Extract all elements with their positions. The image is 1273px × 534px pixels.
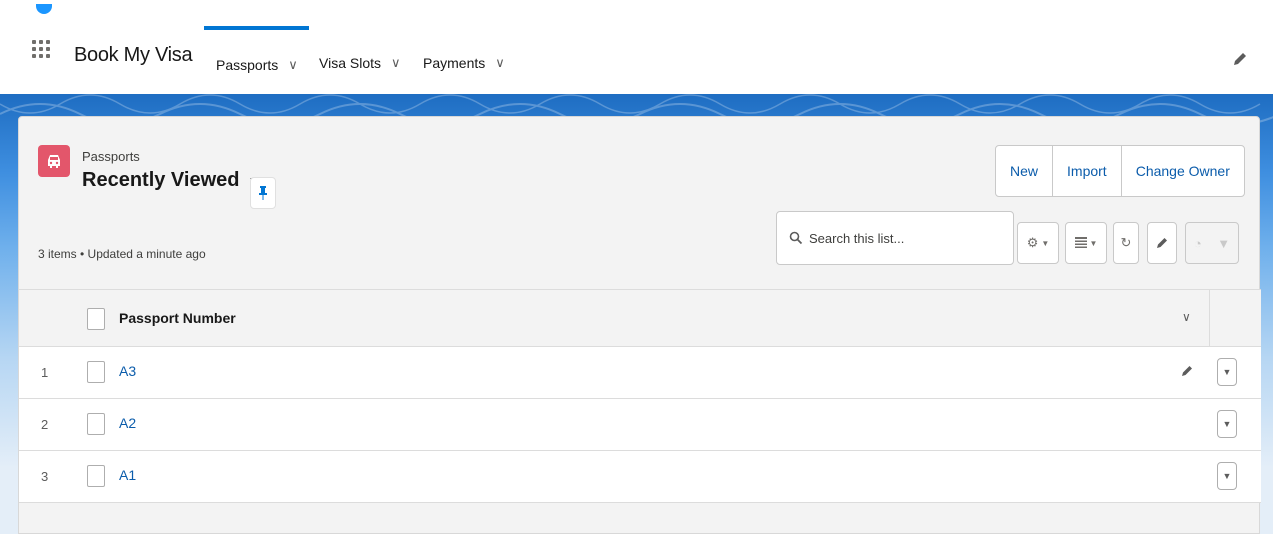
- change-owner-button[interactable]: Change Owner: [1122, 146, 1244, 196]
- search-placeholder: Search this list...: [809, 230, 905, 246]
- car-icon: [38, 145, 70, 177]
- edit-pencil-icon[interactable]: [1231, 50, 1249, 68]
- chart-icon: ◔: [1193, 235, 1202, 251]
- pin-icon: [259, 186, 267, 200]
- import-button[interactable]: Import: [1053, 146, 1122, 196]
- row-actions-button[interactable]: ▼: [1217, 410, 1237, 438]
- table-icon: [1074, 237, 1087, 248]
- select-all-checkbox[interactable]: [87, 308, 105, 330]
- search-icon: [789, 231, 803, 245]
- tab-visa-slots[interactable]: Visa Slots ∨: [319, 26, 401, 94]
- table-row: 2 A2 ▼: [19, 399, 1261, 451]
- row-number: 1: [41, 365, 49, 380]
- refresh-button[interactable]: ↻: [1113, 222, 1139, 264]
- refresh-icon: ↻: [1120, 235, 1132, 250]
- row-number: 2: [41, 417, 49, 432]
- records-table: Passport Number ∨ 1 A3 ▼ 2 A2 ▼ 3 A1 ▼: [19, 289, 1261, 503]
- edit-pencil-icon: [1157, 238, 1167, 248]
- list-actions: New Import Change Owner: [995, 145, 1245, 197]
- list-status: 3 items • Updated a minute ago: [38, 247, 206, 261]
- chevron-down-icon[interactable]: ∨: [1182, 310, 1191, 324]
- row-checkbox[interactable]: [87, 465, 105, 487]
- chevron-down-icon[interactable]: ∨: [288, 57, 298, 73]
- tab-payments[interactable]: Payments ∨: [423, 26, 505, 94]
- chevron-down-icon[interactable]: ∨: [391, 55, 401, 71]
- row-checkbox[interactable]: [87, 361, 105, 383]
- gear-icon: ⚙: [1026, 235, 1039, 250]
- table-row: 1 A3 ▼: [19, 347, 1261, 399]
- list-view-selector[interactable]: Recently Viewed ▼: [82, 169, 261, 192]
- row-actions-button[interactable]: ▼: [1217, 358, 1237, 386]
- column-divider: [1209, 290, 1210, 346]
- object-label: Passports: [82, 149, 140, 164]
- tab-label: Payments: [423, 55, 486, 71]
- row-number: 3: [41, 469, 49, 484]
- display-as-button[interactable]: ▼: [1065, 222, 1107, 264]
- record-link[interactable]: A2: [119, 415, 136, 431]
- inline-edit-button[interactable]: [1147, 222, 1177, 264]
- list-view-name: Recently Viewed: [82, 169, 240, 191]
- record-link[interactable]: A1: [119, 467, 136, 483]
- global-header: Book My Visa Passports ∨ Visa Slots ∨ Pa…: [0, 0, 1273, 94]
- table-header: Passport Number ∨: [19, 289, 1261, 347]
- org-logo: [36, 4, 52, 14]
- tab-passports[interactable]: Passports ∨: [204, 26, 309, 94]
- new-button[interactable]: New: [996, 146, 1054, 196]
- list-settings-button[interactable]: ⚙ ▼: [1017, 222, 1059, 264]
- column-header-passport-number[interactable]: Passport Number: [119, 310, 236, 326]
- row-checkbox[interactable]: [87, 413, 105, 435]
- chart-filter-group: ◔ ▼: [1185, 222, 1239, 264]
- app-launcher-icon[interactable]: [32, 40, 54, 74]
- search-input[interactable]: Search this list...: [776, 211, 1014, 265]
- list-view-card: Passports Recently Viewed ▼ 3 items • Up…: [18, 116, 1261, 534]
- filter-icon: ▼: [1217, 235, 1231, 251]
- table-row: 3 A1 ▼: [19, 451, 1261, 503]
- row-actions-button[interactable]: ▼: [1217, 462, 1237, 490]
- tab-label: Passports: [216, 57, 279, 73]
- app-name: Book My Visa: [74, 44, 193, 66]
- edit-pencil-icon[interactable]: [1179, 363, 1195, 379]
- chevron-down-icon[interactable]: ∨: [495, 55, 505, 71]
- record-link[interactable]: A3: [119, 363, 136, 379]
- pin-list-button[interactable]: [250, 177, 276, 209]
- tab-label: Visa Slots: [319, 55, 381, 71]
